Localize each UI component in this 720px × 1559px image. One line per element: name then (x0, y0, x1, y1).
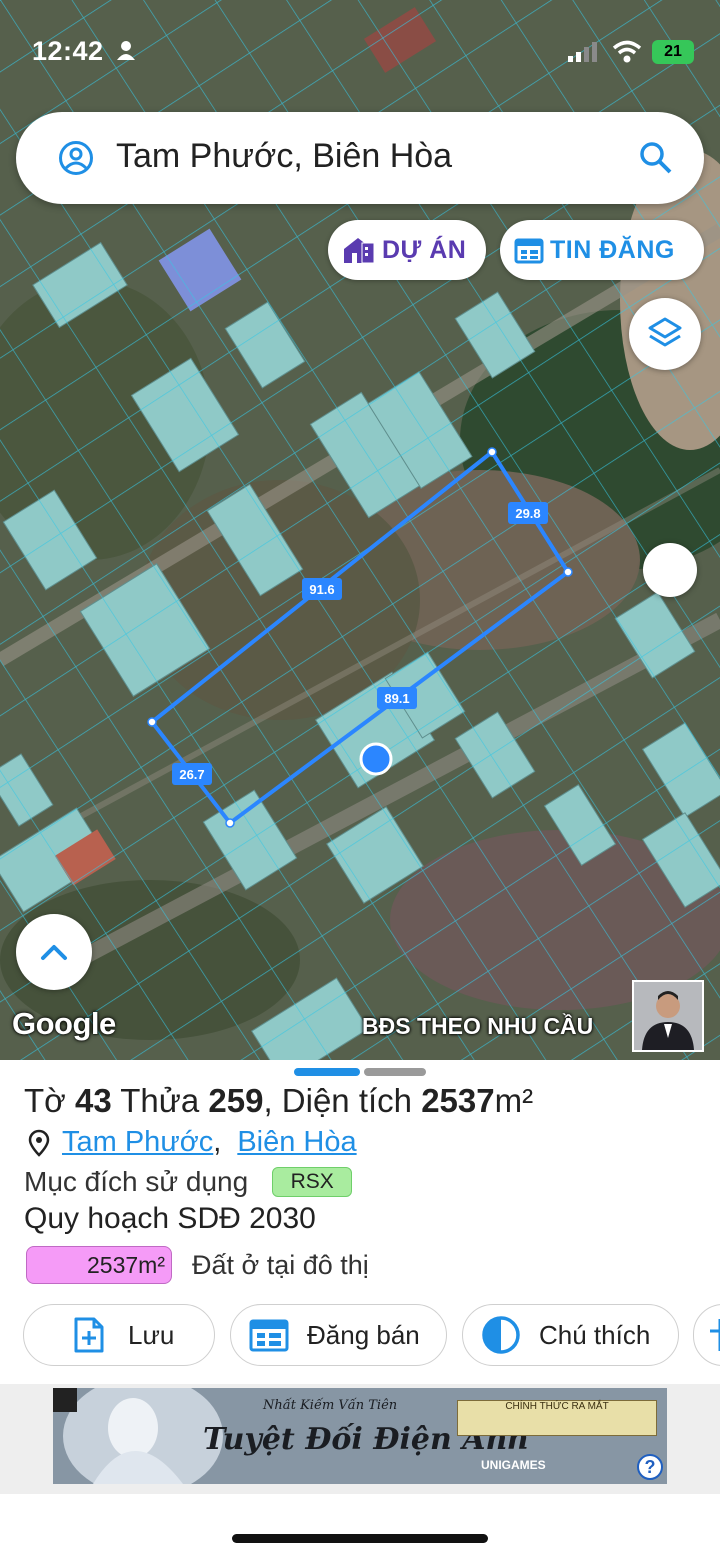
building-icon (344, 238, 375, 264)
location-pin-icon (28, 1129, 50, 1157)
ad-banner[interactable]: Nhất Kiếm Vấn Tiên Tuyệt Đối Điện Ảnh CH… (53, 1388, 667, 1484)
parcel-title: Tờ 43 Thửa 259, Diện tích 2537m² (24, 1082, 534, 1119)
land-use-purpose-label: Mục đích sử dụng (24, 1166, 249, 1197)
calendar-icon (249, 1319, 289, 1352)
save-button[interactable]: Lưu (23, 1304, 215, 1366)
cellular-signal-icon (568, 42, 597, 62)
post-sale-button[interactable]: Đăng bán (230, 1304, 447, 1366)
battery-icon: 21 (652, 40, 694, 64)
listings-chip-label: TIN ĐĂNG (550, 235, 675, 264)
compass-button[interactable] (643, 543, 697, 597)
land-use-code-badge: RSX (272, 1167, 353, 1197)
parcel-edge-bottom-label: 89.1 (384, 691, 409, 706)
parcel-edge-left-label: 26.7 (179, 767, 204, 782)
city-link[interactable]: Biên Hòa (237, 1126, 356, 1159)
status-time: 12:42 (32, 36, 104, 66)
sheet-handle[interactable] (364, 1068, 426, 1076)
post-sale-button-label: Đăng bán (307, 1319, 420, 1350)
parcel-number: 259 (208, 1082, 264, 1119)
parcel-edge-top-label: 91.6 (309, 582, 334, 597)
parcel-location: Tam Phước , Biên Hòa (28, 1126, 357, 1159)
location-separator: , (213, 1126, 222, 1158)
contrast-icon (482, 1316, 520, 1354)
listings-chip[interactable]: TIN ĐĂNG (500, 220, 704, 280)
plan-title: Quy hoạch SDĐ 2030 (24, 1202, 316, 1235)
more-actions-button[interactable] (693, 1304, 720, 1366)
ward-link[interactable]: Tam Phước (62, 1126, 213, 1159)
watermark-text: BĐS THEO NHU CẦU (362, 1013, 594, 1039)
save-button-label: Lưu (128, 1319, 175, 1350)
person-icon (117, 41, 135, 60)
projects-chip-label: DỰ ÁN (382, 235, 467, 264)
ad-brand: UNIGAMES (481, 1458, 546, 1472)
avatar (632, 980, 704, 1052)
search-icon[interactable] (638, 140, 674, 176)
status-bar: 12:42 21 (0, 0, 720, 100)
layers-icon (648, 317, 682, 347)
map-view[interactable]: 91.6 29.8 89.1 26.7 12:42 21 Tam Phước, … (0, 0, 720, 1060)
current-location-dot (359, 742, 393, 776)
land-use-purpose-row: Mục đích sử dụng RSX (24, 1166, 353, 1198)
ad-strip: Nhất Kiếm Vấn Tiên Tuyệt Đối Điện Ảnh CH… (0, 1384, 720, 1494)
add-file-icon (74, 1317, 104, 1353)
google-logo: Google (12, 1006, 116, 1041)
parcel-area: 2537 (421, 1082, 495, 1119)
wifi-icon (612, 40, 642, 63)
legend-button-label: Chú thích (539, 1319, 651, 1350)
sheet-handle-active[interactable] (294, 1068, 360, 1076)
ad-cta[interactable]: CHÍNH THỨC RA MẮT (457, 1400, 657, 1436)
account-icon[interactable] (58, 140, 94, 176)
projects-chip[interactable]: DỰ ÁN (328, 220, 486, 280)
layers-button[interactable] (629, 298, 701, 370)
home-indicator[interactable] (232, 1534, 488, 1543)
expand-up-button[interactable] (16, 914, 92, 990)
chevron-up-icon (41, 945, 67, 960)
ad-cta-label: CHÍNH THỨC RA MẮT (505, 1401, 609, 1412)
parcel-edge-right-label: 29.8 (515, 506, 540, 521)
search-input[interactable]: Tam Phước, Biên Hòa (116, 137, 452, 176)
calendar-icon (514, 238, 544, 264)
search-bar[interactable]: Tam Phước, Biên Hòa (16, 112, 704, 204)
plan-area-swatch: 2537m² (26, 1246, 172, 1284)
plan-land-type: Đất ở tại đô thị (192, 1249, 369, 1280)
legend-button[interactable]: Chú thích (462, 1304, 679, 1366)
parcel-info-sheet: Tờ 43 Thửa 259, Diện tích 2537m² Tam Phư… (0, 1060, 720, 1384)
add-icon (710, 1319, 720, 1351)
sheet-number: 43 (74, 1082, 112, 1119)
plan-legend-row: 2537m² Đất ở tại đô thị (26, 1246, 369, 1284)
ad-help-icon[interactable]: ? (637, 1454, 663, 1480)
ad-subtitle: Nhất Kiếm Vấn Tiên (263, 1398, 398, 1413)
